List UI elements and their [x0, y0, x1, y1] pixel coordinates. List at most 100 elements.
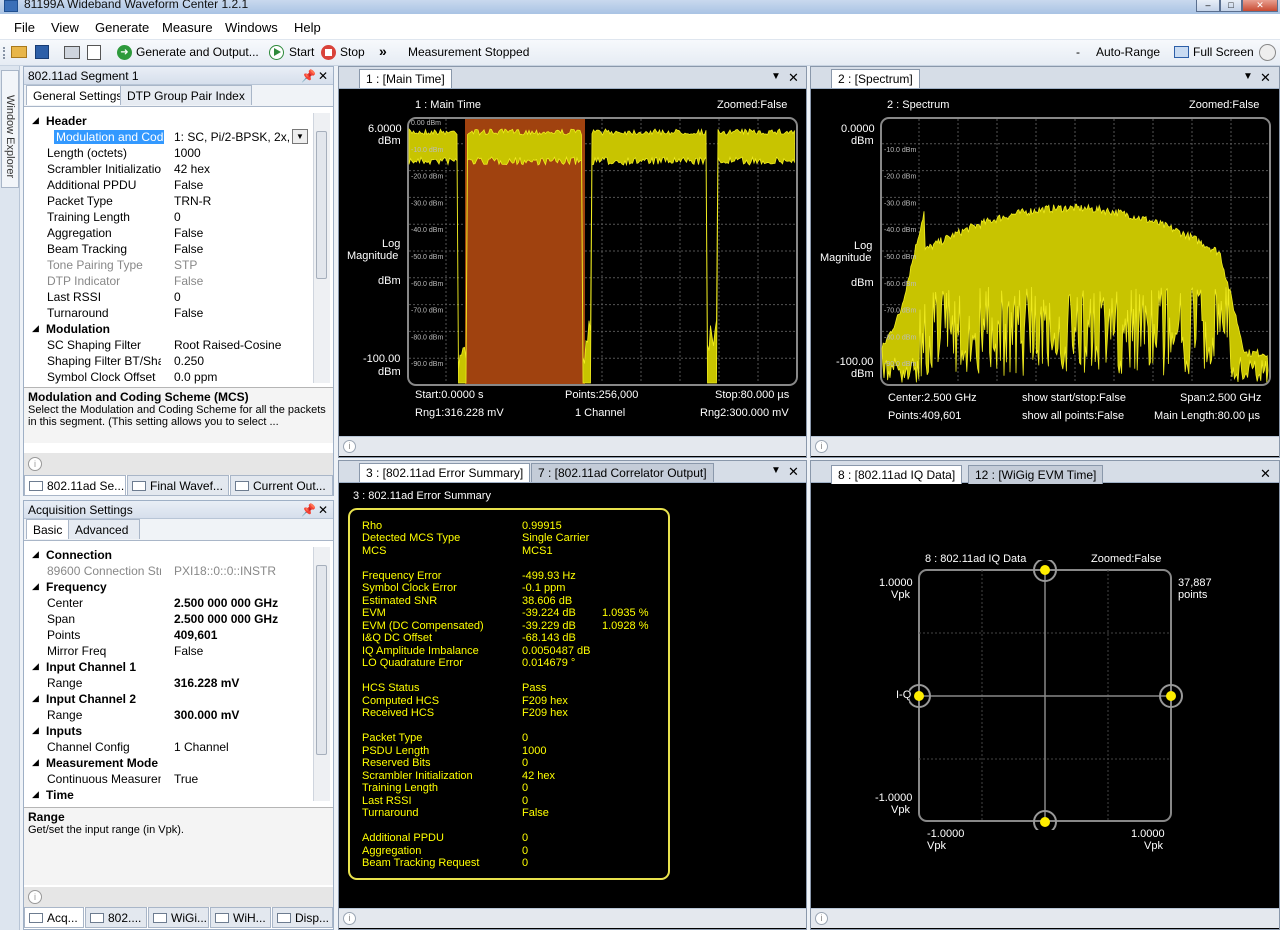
iq-constellation-plot[interactable]: [909, 560, 1189, 830]
grid-category[interactable]: ◢ Frequency: [24, 579, 314, 595]
collapse-triangle-icon[interactable]: ◢: [32, 725, 39, 736]
save-disk-icon[interactable]: [35, 45, 49, 59]
collapse-triangle-icon[interactable]: ◢: [32, 661, 39, 672]
close-window-icon[interactable]: ✕: [1260, 70, 1271, 86]
window-explorer-tab[interactable]: Window Explorer: [1, 70, 19, 188]
grid-row-value[interactable]: 316.228 mV: [174, 676, 239, 690]
generate-output-icon[interactable]: ➜: [117, 45, 132, 60]
close-panel-icon[interactable]: ✕: [318, 503, 328, 517]
bottom-tab-802-11ad-segment[interactable]: 802.11ad Se...: [24, 475, 126, 496]
grid-row[interactable]: Packet Type TRN-R: [24, 193, 314, 209]
grid-row-value[interactable]: 42 hex: [174, 162, 210, 176]
grid-row[interactable]: Beam Tracking False: [24, 241, 314, 257]
scroll-thumb[interactable]: [316, 565, 327, 755]
grid-category[interactable]: ◢ Input Channel 1: [24, 659, 314, 675]
print-icon[interactable]: [64, 46, 80, 59]
start-button[interactable]: Start: [289, 45, 314, 59]
menu-help[interactable]: Help: [294, 20, 321, 35]
error-summary-tab[interactable]: 3 : [802.11ad Error Summary]: [359, 463, 531, 482]
close-window-icon[interactable]: ✕: [1260, 466, 1271, 482]
overflow-chevron-icon[interactable]: »: [379, 43, 387, 59]
grid-row[interactable]: Scrambler Initialization 42 hex: [24, 161, 314, 177]
main-time-tab[interactable]: 1 : [Main Time]: [359, 69, 452, 88]
grid-category[interactable]: ◢ Measurement Mode: [24, 755, 314, 771]
spectrum-trace[interactable]: 2 : Spectrum Zoomed:False 0.0000 dBm Log…: [811, 90, 1279, 436]
grid-row[interactable]: Training Length 0: [24, 209, 314, 225]
full-screen-icon[interactable]: [1174, 46, 1189, 58]
collapse-triangle-icon[interactable]: ◢: [32, 115, 39, 126]
menu-generate[interactable]: Generate: [95, 20, 149, 35]
menu-file[interactable]: File: [14, 20, 35, 35]
start-play-icon[interactable]: [269, 45, 284, 60]
grid-row-value[interactable]: 1: SC, Pi/2-BPSK, 2x, 1/2: [174, 130, 296, 144]
info-icon[interactable]: i: [343, 440, 356, 453]
grid-row-value[interactable]: 409,601: [174, 628, 217, 642]
grid-row-value[interactable]: 1 Channel: [174, 740, 229, 754]
maximize-button[interactable]: □: [1220, 0, 1242, 12]
close-window-button[interactable]: ✕: [1242, 0, 1278, 12]
grid-row[interactable]: Span 2.500 000 000 GHz: [24, 611, 314, 627]
grid-row[interactable]: Last RSSI 0: [24, 289, 314, 305]
grid-row[interactable]: Mirror Freq False: [24, 643, 314, 659]
grid-row[interactable]: Channel Config 1 Channel: [24, 739, 314, 755]
grid-row[interactable]: Range 300.000 mV: [24, 707, 314, 723]
grid-category[interactable]: ◢ Connection: [24, 547, 314, 563]
close-panel-icon[interactable]: ✕: [318, 69, 328, 83]
grid-category[interactable]: ◢ Modulation: [24, 321, 314, 337]
collapse-triangle-icon[interactable]: ◢: [32, 581, 39, 592]
spectrum-plot[interactable]: -10.0 dBm -20.0 dBm -30.0 dBm -40.0 dBm -50.…: [880, 117, 1272, 387]
bottom-tab-acquisition[interactable]: Acq...: [24, 907, 84, 928]
print-preview-icon[interactable]: [87, 45, 101, 60]
grid-category[interactable]: ◢ Header: [24, 113, 314, 129]
menu-windows[interactable]: Windows: [225, 20, 278, 35]
bottom-tab-802[interactable]: 802....: [85, 907, 147, 928]
wigig-evm-time-tab[interactable]: 12 : [WiGig EVM Time]: [968, 465, 1104, 484]
grid-row-value[interactable]: False: [174, 644, 203, 658]
grid-row[interactable]: Turnaround False: [24, 305, 314, 321]
bottom-tab-wigig[interactable]: WiGi...: [148, 907, 209, 928]
collapse-triangle-icon[interactable]: ◢: [32, 757, 39, 768]
grid-row[interactable]: Aggregation False: [24, 225, 314, 241]
grid-row[interactable]: Additional PPDU False: [24, 177, 314, 193]
grid-row[interactable]: SC Shaping Filter Root Raised-Cosine: [24, 337, 314, 353]
acq-grid-scrollbar[interactable]: [313, 547, 330, 801]
main-time-plot[interactable]: 0.00 dBm -10.0 dBm -20.0 dBm -30.0 dBm -40.0…: [407, 117, 799, 387]
grid-row[interactable]: Points 409,601: [24, 627, 314, 643]
info-icon[interactable]: i: [815, 440, 828, 453]
open-folder-icon[interactable]: [11, 46, 27, 58]
bottom-tab-display[interactable]: Disp...: [272, 907, 333, 928]
info-icon[interactable]: i: [28, 457, 42, 471]
grid-row[interactable]: Center 2.500 000 000 GHz: [24, 595, 314, 611]
pin-icon[interactable]: 📌: [301, 503, 316, 517]
main-time-trace[interactable]: 1 : Main Time Zoomed:False 6.0000 dBm Lo…: [339, 90, 806, 436]
grid-row[interactable]: Shaping Filter BT/Shape 0.250: [24, 353, 314, 369]
tab-dtp-group-pair-index[interactable]: DTP Group Pair Index: [120, 85, 252, 105]
info-icon[interactable]: i: [343, 912, 356, 925]
tab-general-settings[interactable]: General Settings: [26, 85, 130, 105]
spectrum-tab[interactable]: 2 : [Spectrum]: [831, 69, 920, 88]
help-circle-icon[interactable]: [1259, 44, 1276, 61]
grid-row-value[interactable]: 300.000 mV: [174, 708, 239, 722]
minimize-button[interactable]: –: [1196, 0, 1220, 12]
grid-row-value[interactable]: 1000: [174, 146, 201, 160]
tab-basic[interactable]: Basic: [26, 519, 70, 539]
grid-row[interactable]: Symbol Clock Offset 0.0 ppm: [24, 369, 314, 385]
collapse-triangle-icon[interactable]: ◢: [32, 789, 39, 800]
grid-row-value[interactable]: False: [174, 242, 203, 256]
close-window-icon[interactable]: ✕: [788, 70, 799, 86]
bottom-tab-wihd[interactable]: WiH...: [210, 907, 271, 928]
correlator-output-tab[interactable]: 7 : [802.11ad Correlator Output]: [531, 463, 714, 482]
collapse-triangle-icon[interactable]: ◢: [32, 323, 39, 334]
grid-row-value[interactable]: 2.500 000 000 GHz: [174, 612, 278, 626]
grid-row-value[interactable]: TRN-R: [174, 194, 211, 208]
scroll-thumb[interactable]: [316, 131, 327, 279]
bottom-tab-current-output[interactable]: Current Out...: [230, 475, 333, 496]
stop-icon[interactable]: [321, 45, 336, 60]
grid-row-value[interactable]: 0: [174, 210, 181, 224]
grid-row-value[interactable]: True: [174, 772, 198, 786]
full-screen-button[interactable]: Full Screen: [1193, 45, 1254, 59]
generate-output-button[interactable]: Generate and Output...: [136, 45, 259, 59]
tab-advanced[interactable]: Advanced: [68, 519, 140, 539]
menu-view[interactable]: View: [51, 20, 79, 35]
info-icon[interactable]: i: [28, 890, 42, 904]
